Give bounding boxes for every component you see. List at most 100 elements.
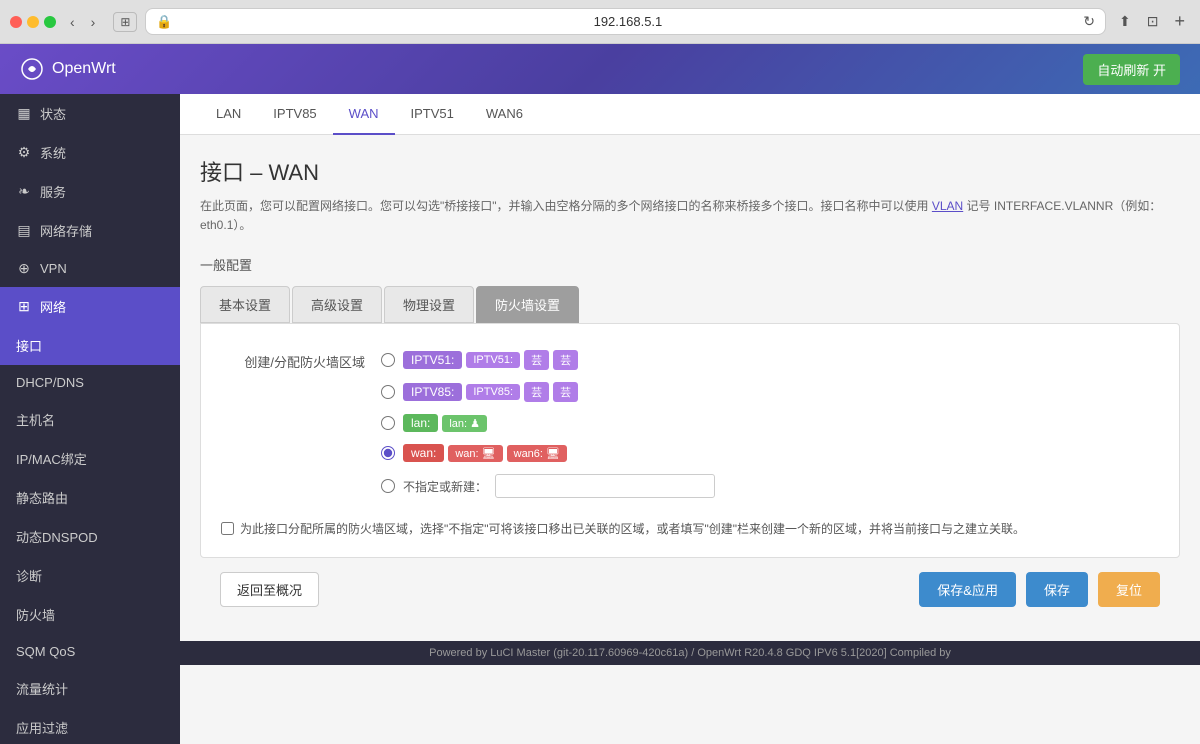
iptv85-tag-group: IPTV85: IPTV85: 芸 芸 <box>403 382 578 402</box>
sidebar-label-static-routes: 静态路由 <box>16 488 68 507</box>
tag-iptv51-2: 芸 <box>524 350 549 370</box>
lan-tag-group: lan: lan: ♟ <box>403 414 487 432</box>
tab-iptv85[interactable]: IPTV85 <box>257 94 332 135</box>
sidebar-item-status[interactable]: ▦ 状态 <box>0 94 180 133</box>
radio-option-iptv51: IPTV51: IPTV51: 芸 芸 <box>381 344 1159 376</box>
sub-tabs: 基本设置 高级设置 物理设置 防火墙设置 <box>200 286 1180 323</box>
network-storage-icon: ▤ <box>16 222 32 239</box>
tab-wan6[interactable]: WAN6 <box>470 94 539 135</box>
address-bar[interactable] <box>181 14 1076 29</box>
back-nav-button[interactable]: ‹ <box>64 12 81 32</box>
sidebar-item-system[interactable]: ⚙ 系统 <box>0 133 180 172</box>
tab-lan[interactable]: LAN <box>200 94 257 135</box>
radio-option-wan: wan: wan: 🖥 wan6: 🖥 <box>381 438 1159 468</box>
radio-iptv51[interactable] <box>381 353 395 367</box>
wan-tag-group: wan: wan: 🖥 wan6: 🖥 <box>403 444 567 462</box>
tab-wan[interactable]: WAN <box>333 94 395 135</box>
sidebar-label-status: 状态 <box>40 104 66 123</box>
tag-iptv51-3: 芸 <box>553 350 578 370</box>
tag-wan-1: wan: 🖥 <box>448 445 502 462</box>
bottom-bar: 返回至概况 保存&应用 保存 复位 <box>200 558 1180 621</box>
fw-notice-checkbox[interactable] <box>221 522 234 535</box>
sub-tab-advanced[interactable]: 高级设置 <box>292 286 382 323</box>
iptv51-tag-group: IPTV51: IPTV51: 芸 芸 <box>403 350 578 370</box>
tag-iptv85-2: 芸 <box>524 382 549 402</box>
sidebar-label-firewall: 防火墙 <box>16 605 55 624</box>
sidebar-label-system: 系统 <box>40 143 66 162</box>
logo: OpenWrt <box>20 57 116 81</box>
radio-option-unspecified: 不指定或新建： <box>381 468 1159 504</box>
new-tab-button[interactable]: + <box>1169 9 1190 34</box>
tag-iptv85-1: IPTV85: <box>466 384 520 400</box>
new-zone-input[interactable] <box>495 474 715 498</box>
save-apply-button[interactable]: 保存&应用 <box>919 572 1016 607</box>
tag-iptv85-3: 芸 <box>553 382 578 402</box>
footer-text: Powered by LuCI Master (git-20.117.60969… <box>429 647 951 659</box>
sidebar-item-network-storage[interactable]: ▤ 网络存储 <box>0 211 180 250</box>
sidebar-label-dynamic-dnspod: 动态DNSPOD <box>16 527 98 546</box>
sidebar-item-dynamic-dnspod[interactable]: 动态DNSPOD <box>0 517 180 556</box>
sidebar-item-network[interactable]: ⊞ 网络 <box>0 287 180 326</box>
auto-refresh-button[interactable]: 自动刷新 开 <box>1083 54 1180 85</box>
radio-wan[interactable] <box>381 446 395 460</box>
sidebar-item-firewall[interactable]: 防火墙 <box>0 595 180 634</box>
page-title: 接口 – WAN <box>200 155 1180 187</box>
radio-lan[interactable] <box>381 416 395 430</box>
sidebar-label-flow-stats: 流量统计 <box>16 679 68 698</box>
radio-option-lan: lan: lan: ♟ <box>381 408 1159 438</box>
sidebar-item-vpn[interactable]: ⊕ VPN <box>0 250 180 287</box>
radio-iptv85[interactable] <box>381 385 395 399</box>
openwrt-logo-icon <box>20 57 44 81</box>
status-icon: ▦ <box>16 105 32 122</box>
app: OpenWrt 自动刷新 开 ▦ 状态 ⚙ 系统 ❧ 服务 ▤ 网络存储 <box>0 44 1200 744</box>
system-icon: ⚙ <box>16 144 32 161</box>
sidebar-item-services[interactable]: ❧ 服务 <box>0 172 180 211</box>
sidebar-item-dhcp-dns[interactable]: DHCP/DNS <box>0 365 180 400</box>
close-button[interactable] <box>10 16 22 28</box>
save-button[interactable]: 保存 <box>1026 572 1088 607</box>
back-to-overview-button[interactable]: 返回至概况 <box>220 572 319 607</box>
zone-tag-wan: wan: <box>403 444 444 462</box>
forward-nav-button[interactable]: › <box>85 12 102 32</box>
tab-iptv51[interactable]: IPTV51 <box>395 94 470 135</box>
tag-wan6-1: wan6: 🖥 <box>507 445 567 462</box>
address-bar-wrapper: 🔒 ↻ <box>145 8 1106 35</box>
sidebar-item-sqm-qos[interactable]: SQM QoS <box>0 634 180 669</box>
radio-option-iptv85: IPTV85: IPTV85: 芸 芸 <box>381 376 1159 408</box>
reset-button[interactable]: 复位 <box>1098 572 1160 607</box>
sidebar-item-ip-mac[interactable]: IP/MAC绑定 <box>0 439 180 478</box>
sidebar-label-services: 服务 <box>40 182 66 201</box>
reload-button[interactable]: ↻ <box>1083 13 1095 30</box>
sidebar-item-app-filter[interactable]: 应用过滤 <box>0 708 180 744</box>
sub-tab-basic[interactable]: 基本设置 <box>200 286 290 323</box>
tag-iptv51-1: IPTV51: <box>466 352 520 368</box>
bookmark-button[interactable]: ⊡ <box>1142 9 1164 34</box>
sidebar-item-static-routes[interactable]: 静态路由 <box>0 478 180 517</box>
share-button[interactable]: ⬆ <box>1114 9 1136 34</box>
zone-tag-lan: lan: <box>403 414 438 432</box>
topbar: OpenWrt 自动刷新 开 <box>0 44 1200 94</box>
sidebar-label-network-storage: 网络存储 <box>40 221 92 240</box>
firewall-zone-options: IPTV51: IPTV51: 芸 芸 IPTV85: <box>381 344 1159 504</box>
sidebar-label-dhcp-dns: DHCP/DNS <box>16 375 84 390</box>
sidebar: ▦ 状态 ⚙ 系统 ❧ 服务 ▤ 网络存储 ⊕ VPN ⊞ 网络 <box>0 94 180 744</box>
zone-tag-iptv85: IPTV85: <box>403 383 462 401</box>
sidebar-label-diagnostics: 诊断 <box>16 566 42 585</box>
sidebar-item-diagnostics[interactable]: 诊断 <box>0 556 180 595</box>
fw-notice-text: 为此接口分配所属的防火墙区域，选择"不指定"可将该接口移出已关联的区域，或者填写… <box>240 520 1025 537</box>
services-icon: ❧ <box>16 183 32 200</box>
minimize-button[interactable] <box>27 16 39 28</box>
sub-tab-physical[interactable]: 物理设置 <box>384 286 474 323</box>
browser-chrome: ‹ › ⊞ 🔒 ↻ ⬆ ⊡ + <box>0 0 1200 44</box>
lock-icon: 🔒 <box>156 14 172 30</box>
vlan-link[interactable]: VLAN <box>932 199 963 213</box>
sidebar-item-hostname[interactable]: 主机名 <box>0 400 180 439</box>
tag-lan-1: lan: ♟ <box>442 415 487 432</box>
sidebar-item-interface[interactable]: 接口 <box>0 326 180 365</box>
sidebar-item-flow-stats[interactable]: 流量统计 <box>0 669 180 708</box>
maximize-button[interactable] <box>44 16 56 28</box>
window-tile-button[interactable]: ⊞ <box>113 12 137 32</box>
browser-actions: ⬆ ⊡ + <box>1114 9 1190 34</box>
sub-tab-firewall[interactable]: 防火墙设置 <box>476 286 579 323</box>
radio-unspecified[interactable] <box>381 479 395 493</box>
